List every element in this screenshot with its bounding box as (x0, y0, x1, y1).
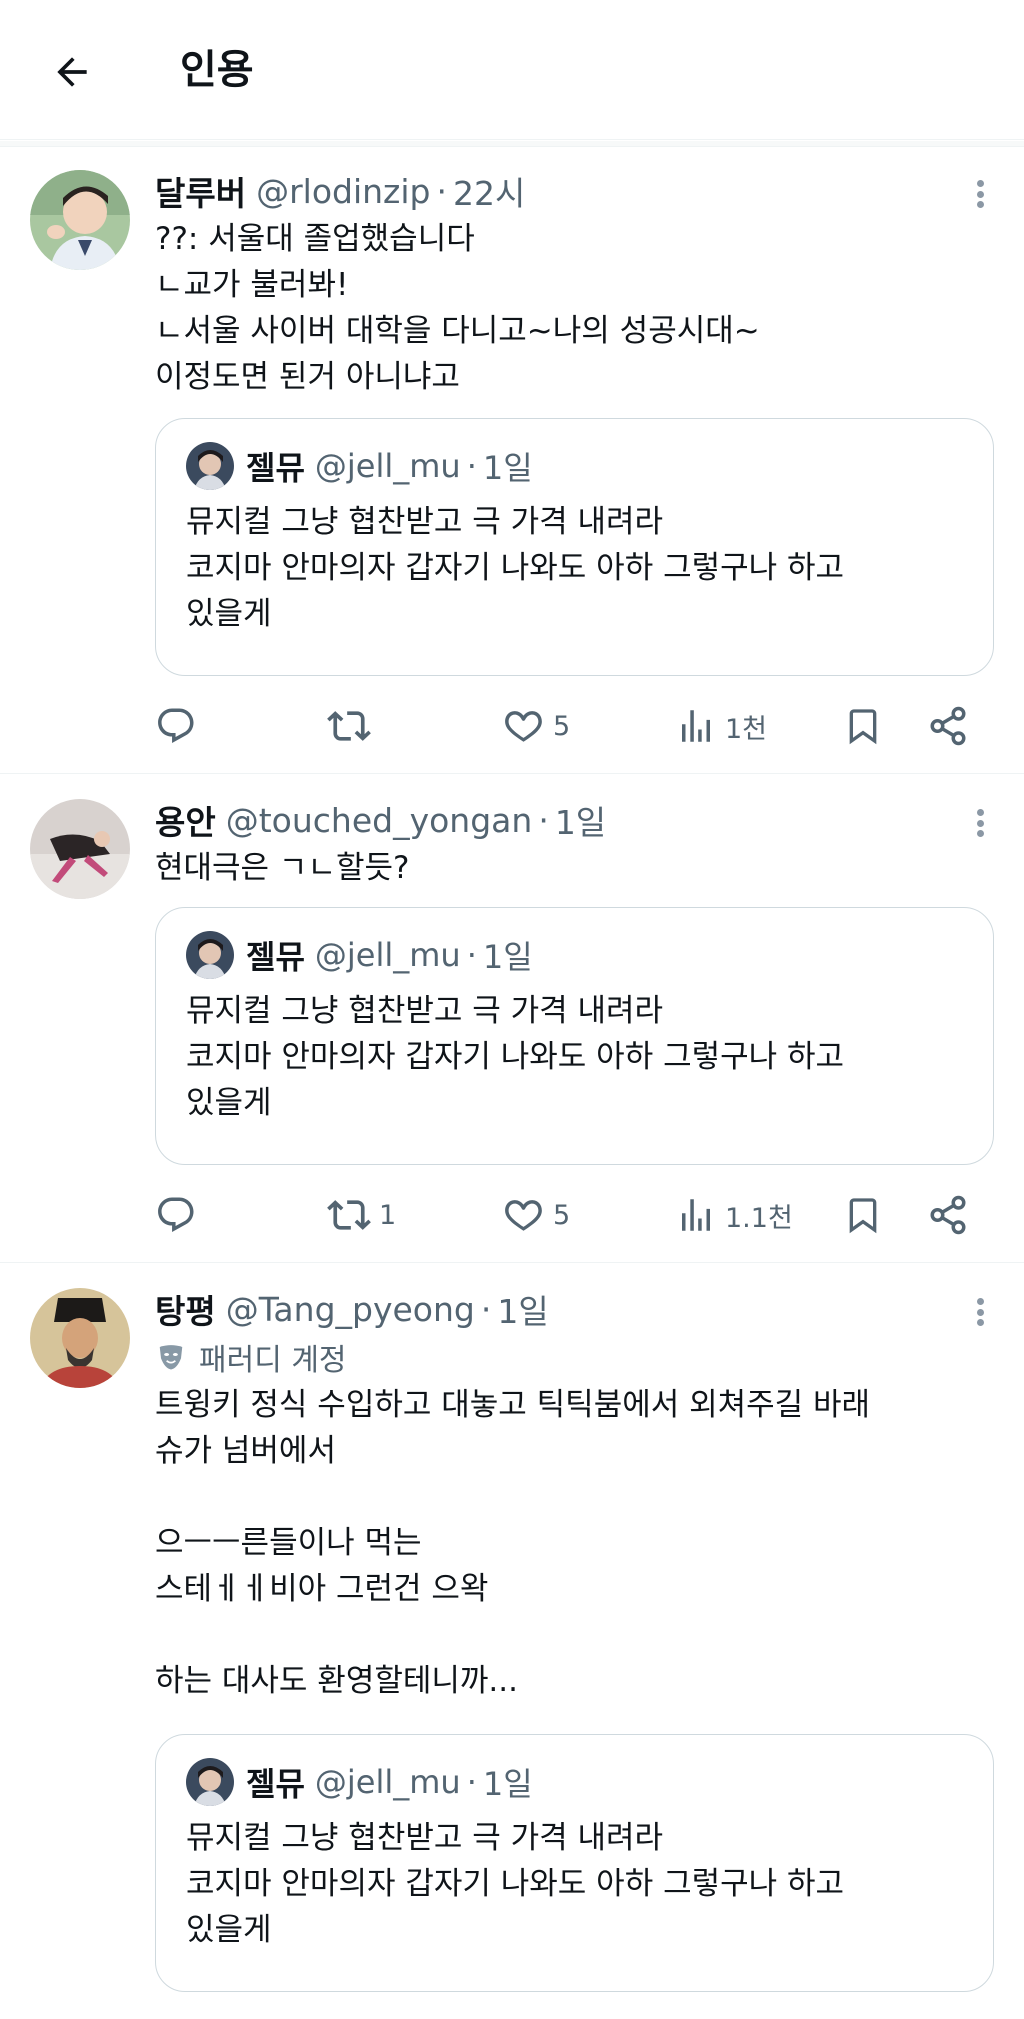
quoted-display-name: 젤뮤 (246, 938, 305, 976)
reply-icon (158, 708, 194, 743)
header-divider (0, 141, 1024, 147)
account-label: 패러디 계정 (155, 1334, 994, 1380)
retweet-icon (327, 1200, 371, 1230)
tweet-header: 용안 @touched_yongan · 1일 (155, 797, 994, 843)
bookmark-icon (849, 1198, 877, 1234)
tweet-header: 달루버 @rlodinzip · 22시 (155, 168, 994, 214)
more-vertical-icon (976, 180, 984, 187)
quoted-timestamp: 1일 (482, 938, 533, 976)
reply-button[interactable] (155, 1185, 197, 1245)
share-icon (930, 1195, 966, 1235)
like-button[interactable]: 5 (503, 696, 570, 756)
display-name[interactable]: 탕평 (155, 1285, 216, 1333)
tweet-2[interactable]: 용안 @touched_yongan · 1일 현대극은 ㄱㄴ할듯? 젤뮤 @j… (0, 775, 1024, 1263)
share-button[interactable] (927, 696, 969, 756)
tweet-text: 트윙키 정식 수입하고 대놓고 틱틱붐에서 외쳐주길 바래 슈가 넘버에서 으ㅡ… (155, 1387, 871, 1699)
heart-icon (505, 1200, 542, 1231)
arrow-left-icon (57, 57, 87, 87)
separator-dot: · (466, 447, 477, 485)
quoted-display-name: 젤뮤 (246, 1765, 305, 1803)
views-button[interactable]: 1.1천 (675, 1185, 793, 1245)
quoted-avatar (186, 442, 234, 490)
share-icon (930, 706, 966, 746)
tweet-text: 현대극은 ㄱㄴ할듯? (155, 850, 410, 886)
views-button[interactable]: 1천 (675, 696, 767, 756)
tweet-text: ??: 서울대 졸업했습니다 ㄴ교가 불러봐! ㄴ서울 사이버 대학을 다니고~… (155, 221, 760, 395)
quoted-display-name: 젤뮤 (246, 449, 305, 487)
quoted-user-handle: @jell_mu (314, 1763, 461, 1801)
timestamp[interactable]: 1일 (555, 796, 606, 844)
views-chart-icon (682, 1199, 710, 1231)
separator-dot: · (466, 936, 477, 974)
reply-button[interactable] (155, 696, 197, 756)
view-count: 1천 (725, 713, 768, 745)
quoted-tweet-text: 뮤지컬 그냥 협찬받고 극 가격 내려라 코지마 안마의자 갑자기 나와도 아하… (186, 504, 845, 632)
tweet-actions: 5 1천 (155, 696, 994, 756)
quoted-user-handle: @jell_mu (314, 447, 461, 485)
quoted-timestamp: 1일 (482, 449, 533, 487)
separator-dot: · (436, 171, 448, 211)
bookmark-button[interactable] (843, 1185, 883, 1245)
timestamp[interactable]: 22시 (453, 167, 525, 215)
separator-dot: · (480, 1289, 492, 1329)
user-handle[interactable]: @Tang_pyeong (226, 1290, 475, 1329)
retweet-icon (327, 711, 371, 741)
tweet-3[interactable]: 탕평 @Tang_pyeong · 1일 패러디 계정 트윙키 정식 수입하고 … (0, 1264, 1024, 2019)
avatar[interactable] (30, 799, 130, 899)
more-options-button[interactable] (970, 803, 990, 843)
more-vertical-icon (976, 1298, 984, 1305)
separator-dot: · (466, 1763, 477, 1801)
parody-account-label: 패러디 계정 (199, 1343, 347, 1378)
quoted-tweet-text: 뮤지컬 그냥 협찬받고 극 가격 내려라 코지마 안마의자 갑자기 나와도 아하… (186, 1820, 845, 1948)
parody-mask-icon (155, 1341, 187, 1373)
timestamp[interactable]: 1일 (497, 1285, 548, 1333)
like-count: 5 (553, 1199, 571, 1231)
quoted-tweet-header: 젤뮤 @jell_mu · 1일 (186, 1757, 963, 1807)
separator-dot: · (538, 800, 549, 840)
retweet-button[interactable] (327, 696, 371, 756)
like-count: 5 (553, 710, 571, 742)
retweet-button[interactable]: 1 (327, 1185, 396, 1245)
top-app-bar: 인용 (0, 0, 1024, 140)
display-name[interactable]: 달루버 (155, 167, 246, 215)
share-button[interactable] (927, 1185, 969, 1245)
quoted-timestamp: 1일 (482, 1765, 533, 1803)
quoted-tweet[interactable]: 젤뮤 @jell_mu · 1일 뮤지컬 그냥 협찬받고 극 가격 내려라 코지… (155, 1734, 994, 1992)
view-count: 1.1천 (725, 1202, 793, 1234)
tweet-header: 탕평 @Tang_pyeong · 1일 (155, 1286, 994, 1332)
quoted-tweet-header: 젤뮤 @jell_mu · 1일 (186, 930, 963, 980)
like-button[interactable]: 5 (503, 1185, 570, 1245)
reply-icon (158, 1197, 194, 1232)
retweet-count: 1 (379, 1199, 397, 1231)
user-handle[interactable]: @rlodinzip (256, 172, 430, 211)
page-title: 인용 (180, 47, 254, 93)
views-chart-icon (682, 710, 710, 742)
more-vertical-icon (976, 809, 984, 816)
quoted-tweet[interactable]: 젤뮤 @jell_mu · 1일 뮤지컬 그냥 협찬받고 극 가격 내려라 코지… (155, 907, 994, 1165)
back-button[interactable] (44, 44, 100, 100)
quoted-avatar (186, 1758, 234, 1806)
tweet-actions: 1 5 1.1천 (155, 1185, 994, 1245)
quoted-user-handle: @jell_mu (314, 936, 461, 974)
heart-icon (505, 711, 542, 742)
quoted-avatar (186, 931, 234, 979)
bookmark-button[interactable] (843, 696, 883, 756)
quoted-tweet[interactable]: 젤뮤 @jell_mu · 1일 뮤지컬 그냥 협찬받고 극 가격 내려라 코지… (155, 418, 994, 676)
display-name[interactable]: 용안 (155, 796, 216, 844)
avatar[interactable] (30, 1288, 130, 1388)
more-options-button[interactable] (970, 1292, 990, 1332)
tweet-1[interactable]: 달루버 @rlodinzip · 22시 ??: 서울대 졸업했습니다 ㄴ교가 … (0, 148, 1024, 774)
bookmark-icon (849, 709, 877, 745)
user-handle[interactable]: @touched_yongan (226, 801, 533, 840)
quoted-tweet-text: 뮤지컬 그냥 협찬받고 극 가격 내려라 코지마 안마의자 갑자기 나와도 아하… (186, 993, 845, 1121)
avatar[interactable] (30, 170, 130, 270)
quoted-tweet-header: 젤뮤 @jell_mu · 1일 (186, 441, 963, 491)
more-options-button[interactable] (970, 174, 990, 214)
